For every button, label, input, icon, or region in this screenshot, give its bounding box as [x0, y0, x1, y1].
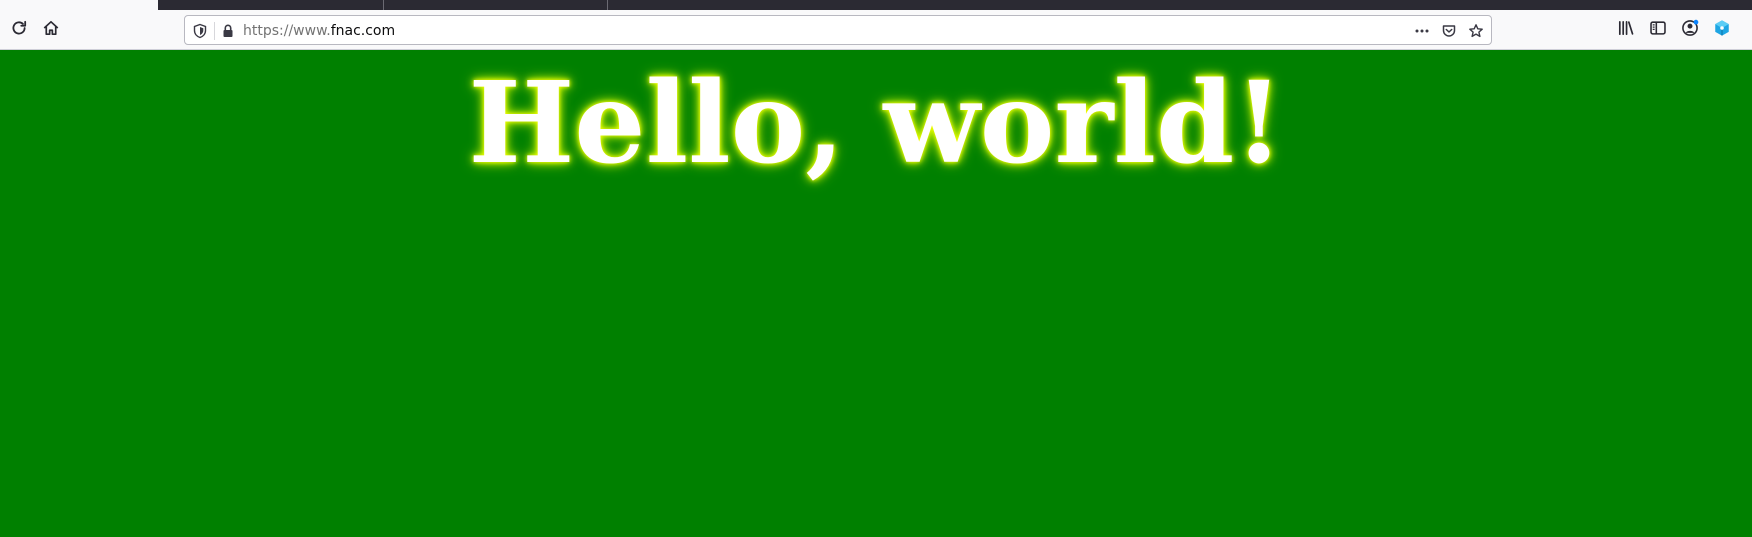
sidebar-button[interactable] [1644, 16, 1672, 44]
library-button[interactable] [1612, 16, 1640, 44]
sidebar-icon [1649, 19, 1667, 41]
home-icon [42, 19, 60, 41]
page-content: Hello, world! [0, 50, 1752, 537]
reload-icon [10, 19, 28, 41]
account-icon [1681, 19, 1699, 41]
extension-cube-icon [1713, 19, 1731, 41]
lock-icon[interactable] [218, 21, 238, 41]
reload-button[interactable] [5, 16, 33, 44]
tab-strip-background [158, 0, 1752, 10]
tab-separator [607, 0, 608, 10]
address-bar[interactable]: https://www.fnac.com [184, 15, 1492, 45]
star-icon[interactable] [1466, 21, 1486, 41]
library-icon [1617, 19, 1635, 41]
shield-icon[interactable] [190, 21, 210, 41]
extension-button[interactable] [1708, 16, 1736, 44]
home-button[interactable] [37, 16, 65, 44]
url-host: fnac.com [330, 23, 396, 39]
navigation-toolbar: https://www.fnac.com [0, 10, 1752, 50]
url-scheme: https://www. [243, 23, 331, 39]
address-bar-divider [214, 22, 215, 40]
more-dots-icon[interactable] [1412, 21, 1432, 41]
url-text[interactable]: https://www.fnac.com [243, 22, 395, 40]
page-heading: Hello, world! [468, 58, 1284, 189]
tab-separator [383, 0, 384, 10]
pocket-icon[interactable] [1439, 21, 1459, 41]
account-button[interactable] [1676, 16, 1704, 44]
tab-strip [0, 0, 1752, 10]
